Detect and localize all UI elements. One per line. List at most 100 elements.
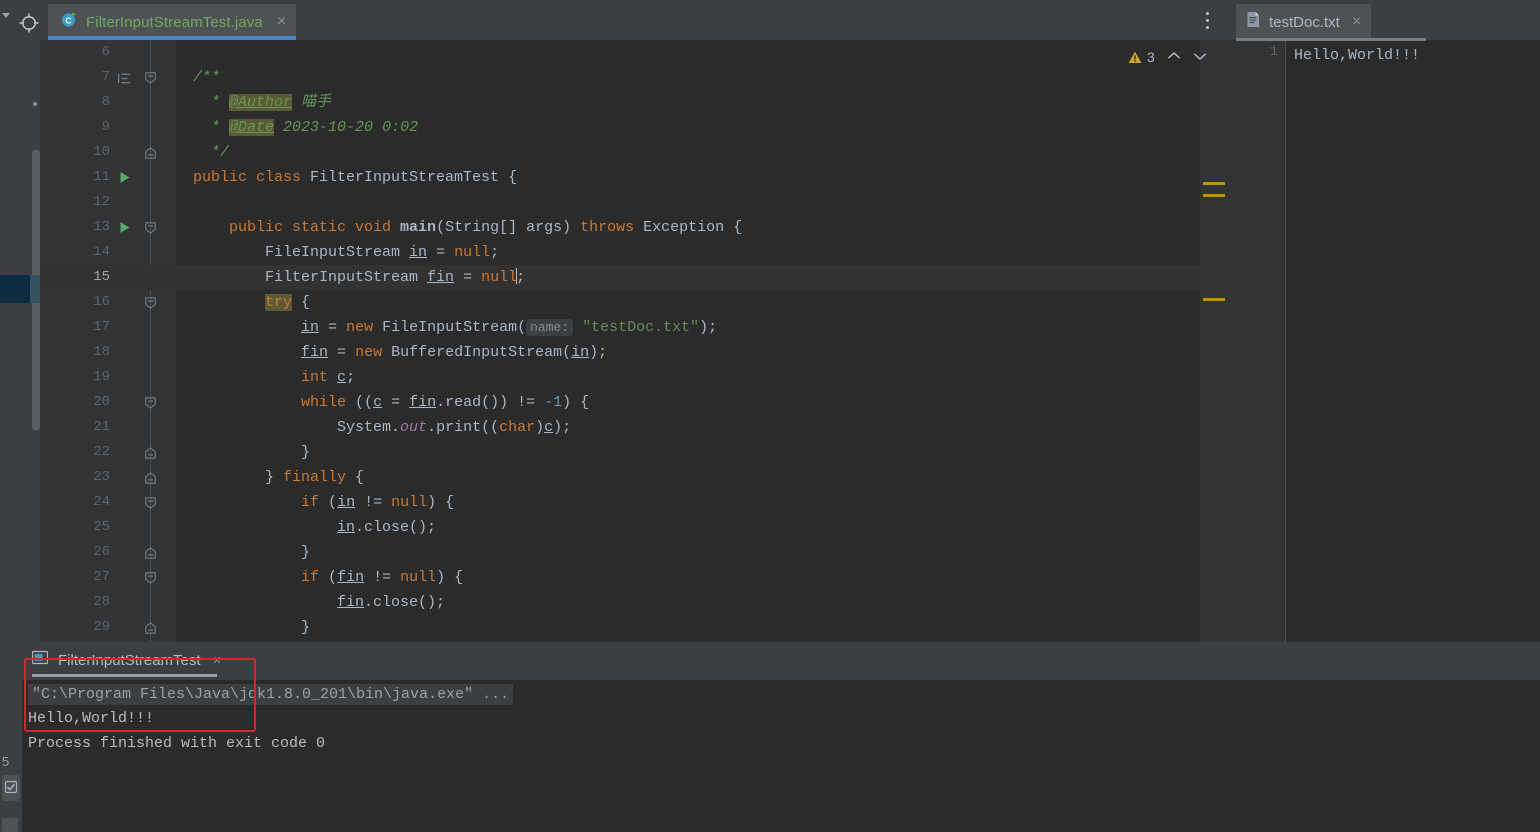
console-output[interactable]: "C:\Program Files\Java\jdk1.8.0_201\bin\… [22,680,1540,832]
fold-collapse-icon[interactable] [145,496,156,514]
fold-collapse-icon[interactable] [145,221,156,239]
editor-scrollbar-track[interactable] [1207,40,1220,642]
code-text: * @Author 喵手 [211,94,332,111]
code-text: if (in != null) { [301,494,455,511]
run-tab-label: FilterInputStreamTest [58,651,201,669]
fold-collapse-icon[interactable] [145,71,156,89]
tab-label: testDoc.txt [1269,13,1340,31]
line-number: 27 [93,569,110,585]
line-number: 18 [93,344,110,360]
fold-end-icon[interactable] [145,546,156,564]
chevron-up-icon[interactable] [1167,48,1181,66]
code-line[interactable]: 10 */ [40,140,1200,165]
fold-end-icon[interactable] [145,446,156,464]
code-line[interactable]: 11 public class FilterInputStreamTest { [40,165,1200,190]
chevron-down-icon[interactable] [1193,48,1207,66]
code-line[interactable]: 8 * @Author 喵手 [40,90,1200,115]
code-text: fin.close(); [337,594,446,611]
code-text: while ((c = fin.read()) != -1) { [301,394,590,411]
run-tab-underline [32,674,217,677]
run-tab-filterinputstreamtest[interactable]: FilterInputStreamTest × [22,650,221,670]
line-number: 10 [93,144,110,160]
fold-end-icon[interactable] [145,146,156,164]
code-line[interactable]: 6 [40,40,1200,65]
fold-collapse-icon[interactable] [145,571,156,589]
code-line[interactable]: 26 } [40,540,1200,565]
tab-testdoc-txt[interactable]: testDoc.txt × [1236,4,1372,40]
right-editor-body[interactable]: 1 Hello,World!!! [1236,40,1540,642]
code-text: } [193,544,311,561]
code-line[interactable]: 20 while ((c = fin.read()) != -1) { [40,390,1200,415]
code-line[interactable]: 12 [40,190,1200,215]
code-line[interactable]: 9 * @Date 2023-10-20 0:02 [40,115,1200,140]
code-text: try { [265,294,311,311]
bottom-tool-index: 5 [2,754,10,769]
scrollbar-warning-marker[interactable] [1203,194,1225,197]
line-number: 1 [1269,44,1278,60]
checkbox-icon[interactable] [2,775,20,801]
code-line[interactable]: 14 FileInputStream in = null; [40,240,1200,265]
code-line[interactable]: 29 } [40,615,1200,640]
code-line[interactable]: 13 public static void main(String[] args… [40,215,1200,240]
code-text: */ [211,144,230,161]
fold-end-icon[interactable] [145,471,156,489]
code-line[interactable]: 25 in.close(); [40,515,1200,540]
code-text: if (fin != null) { [301,569,464,586]
close-icon[interactable]: × [213,652,222,669]
code-line[interactable]: 23 } finally { [40,465,1200,490]
warning-triangle-icon [1128,51,1142,64]
project-panel-edge [0,40,40,642]
project-selected-row[interactable] [0,275,30,303]
right-editor-text: Hello,World!!! [1294,47,1421,64]
code-line[interactable]: 21 System.out.print((char)c); [40,415,1200,440]
crosshair-locate-icon[interactable] [18,12,40,34]
code-text: /** [193,69,221,86]
console-line: Process finished with exit code 0 [28,735,326,752]
fold-collapse-icon[interactable] [145,296,156,314]
line-number: 20 [93,394,110,410]
line-number: 23 [93,469,110,485]
code-text: public class FilterInputStreamTest { [193,169,518,186]
run-gutter-icon[interactable] [119,221,131,239]
line-number: 8 [101,94,110,110]
code-line[interactable]: 27 if (fin != null) { [40,565,1200,590]
run-tab-bar: FilterInputStreamTest × [22,642,1540,680]
close-icon[interactable]: × [1352,14,1361,30]
panel-icon[interactable] [2,818,18,832]
code-line[interactable]: 22 } [40,440,1200,465]
line-number: 16 [93,294,110,310]
code-line[interactable]: 16 try { [40,290,1200,315]
line-number: 21 [93,419,110,435]
indent-guide-icon[interactable] [117,71,131,89]
tab-filterinputstreamtest-java[interactable]: C FilterInputStreamTest.java × [48,4,297,40]
run-tool-window: FilterInputStreamTest × "C:\Program File… [22,642,1540,832]
code-line[interactable]: 24 if (in != null) { [40,490,1200,515]
chevron-down-icon[interactable] [2,13,10,18]
console-line: "C:\Program Files\Java\jdk1.8.0_201\bin\… [28,684,514,705]
gutter-divider [1285,40,1286,642]
tab-label: FilterInputStreamTest.java [86,13,263,31]
fold-collapse-icon[interactable] [145,396,156,414]
left-toolbar-top [0,0,18,40]
line-number: 11 [93,169,110,185]
code-text: FileInputStream in = null; [193,244,500,261]
code-line[interactable]: 28 fin.close(); [40,590,1200,615]
line-number: 12 [93,194,110,210]
code-line[interactable]: 18 fin = new BufferedInputStream(in); [40,340,1200,365]
fold-end-icon[interactable] [145,621,156,639]
code-line[interactable]: 19 int c; [40,365,1200,390]
code-editor[interactable]: 6 7/** 8 * @Author 喵手 9 * @Date 2023-10-20 … [40,40,1200,642]
console-line: Hello,World!!! [28,710,155,727]
run-console-icon [31,650,49,670]
code-line[interactable]: 7 /** [40,65,1200,90]
scrollbar-warning-marker[interactable] [1203,182,1225,185]
code-line[interactable]: 17 in = new FileInputStream(name: "testD… [40,315,1200,340]
warning-count: 3 [1147,49,1155,65]
more-vertical-icon[interactable] [1206,12,1210,30]
code-line[interactable]: 15 FilterInputStream fin = null; [40,265,1200,290]
right-pane-horizontal-scrollbar[interactable] [1236,38,1426,41]
run-gutter-icon[interactable] [119,171,131,189]
close-icon[interactable]: × [277,14,286,30]
scrollbar-warning-marker[interactable] [1203,298,1225,301]
ide-window: 5 C FilterInputStreamTest.java × 6 7 /**… [0,0,1540,832]
